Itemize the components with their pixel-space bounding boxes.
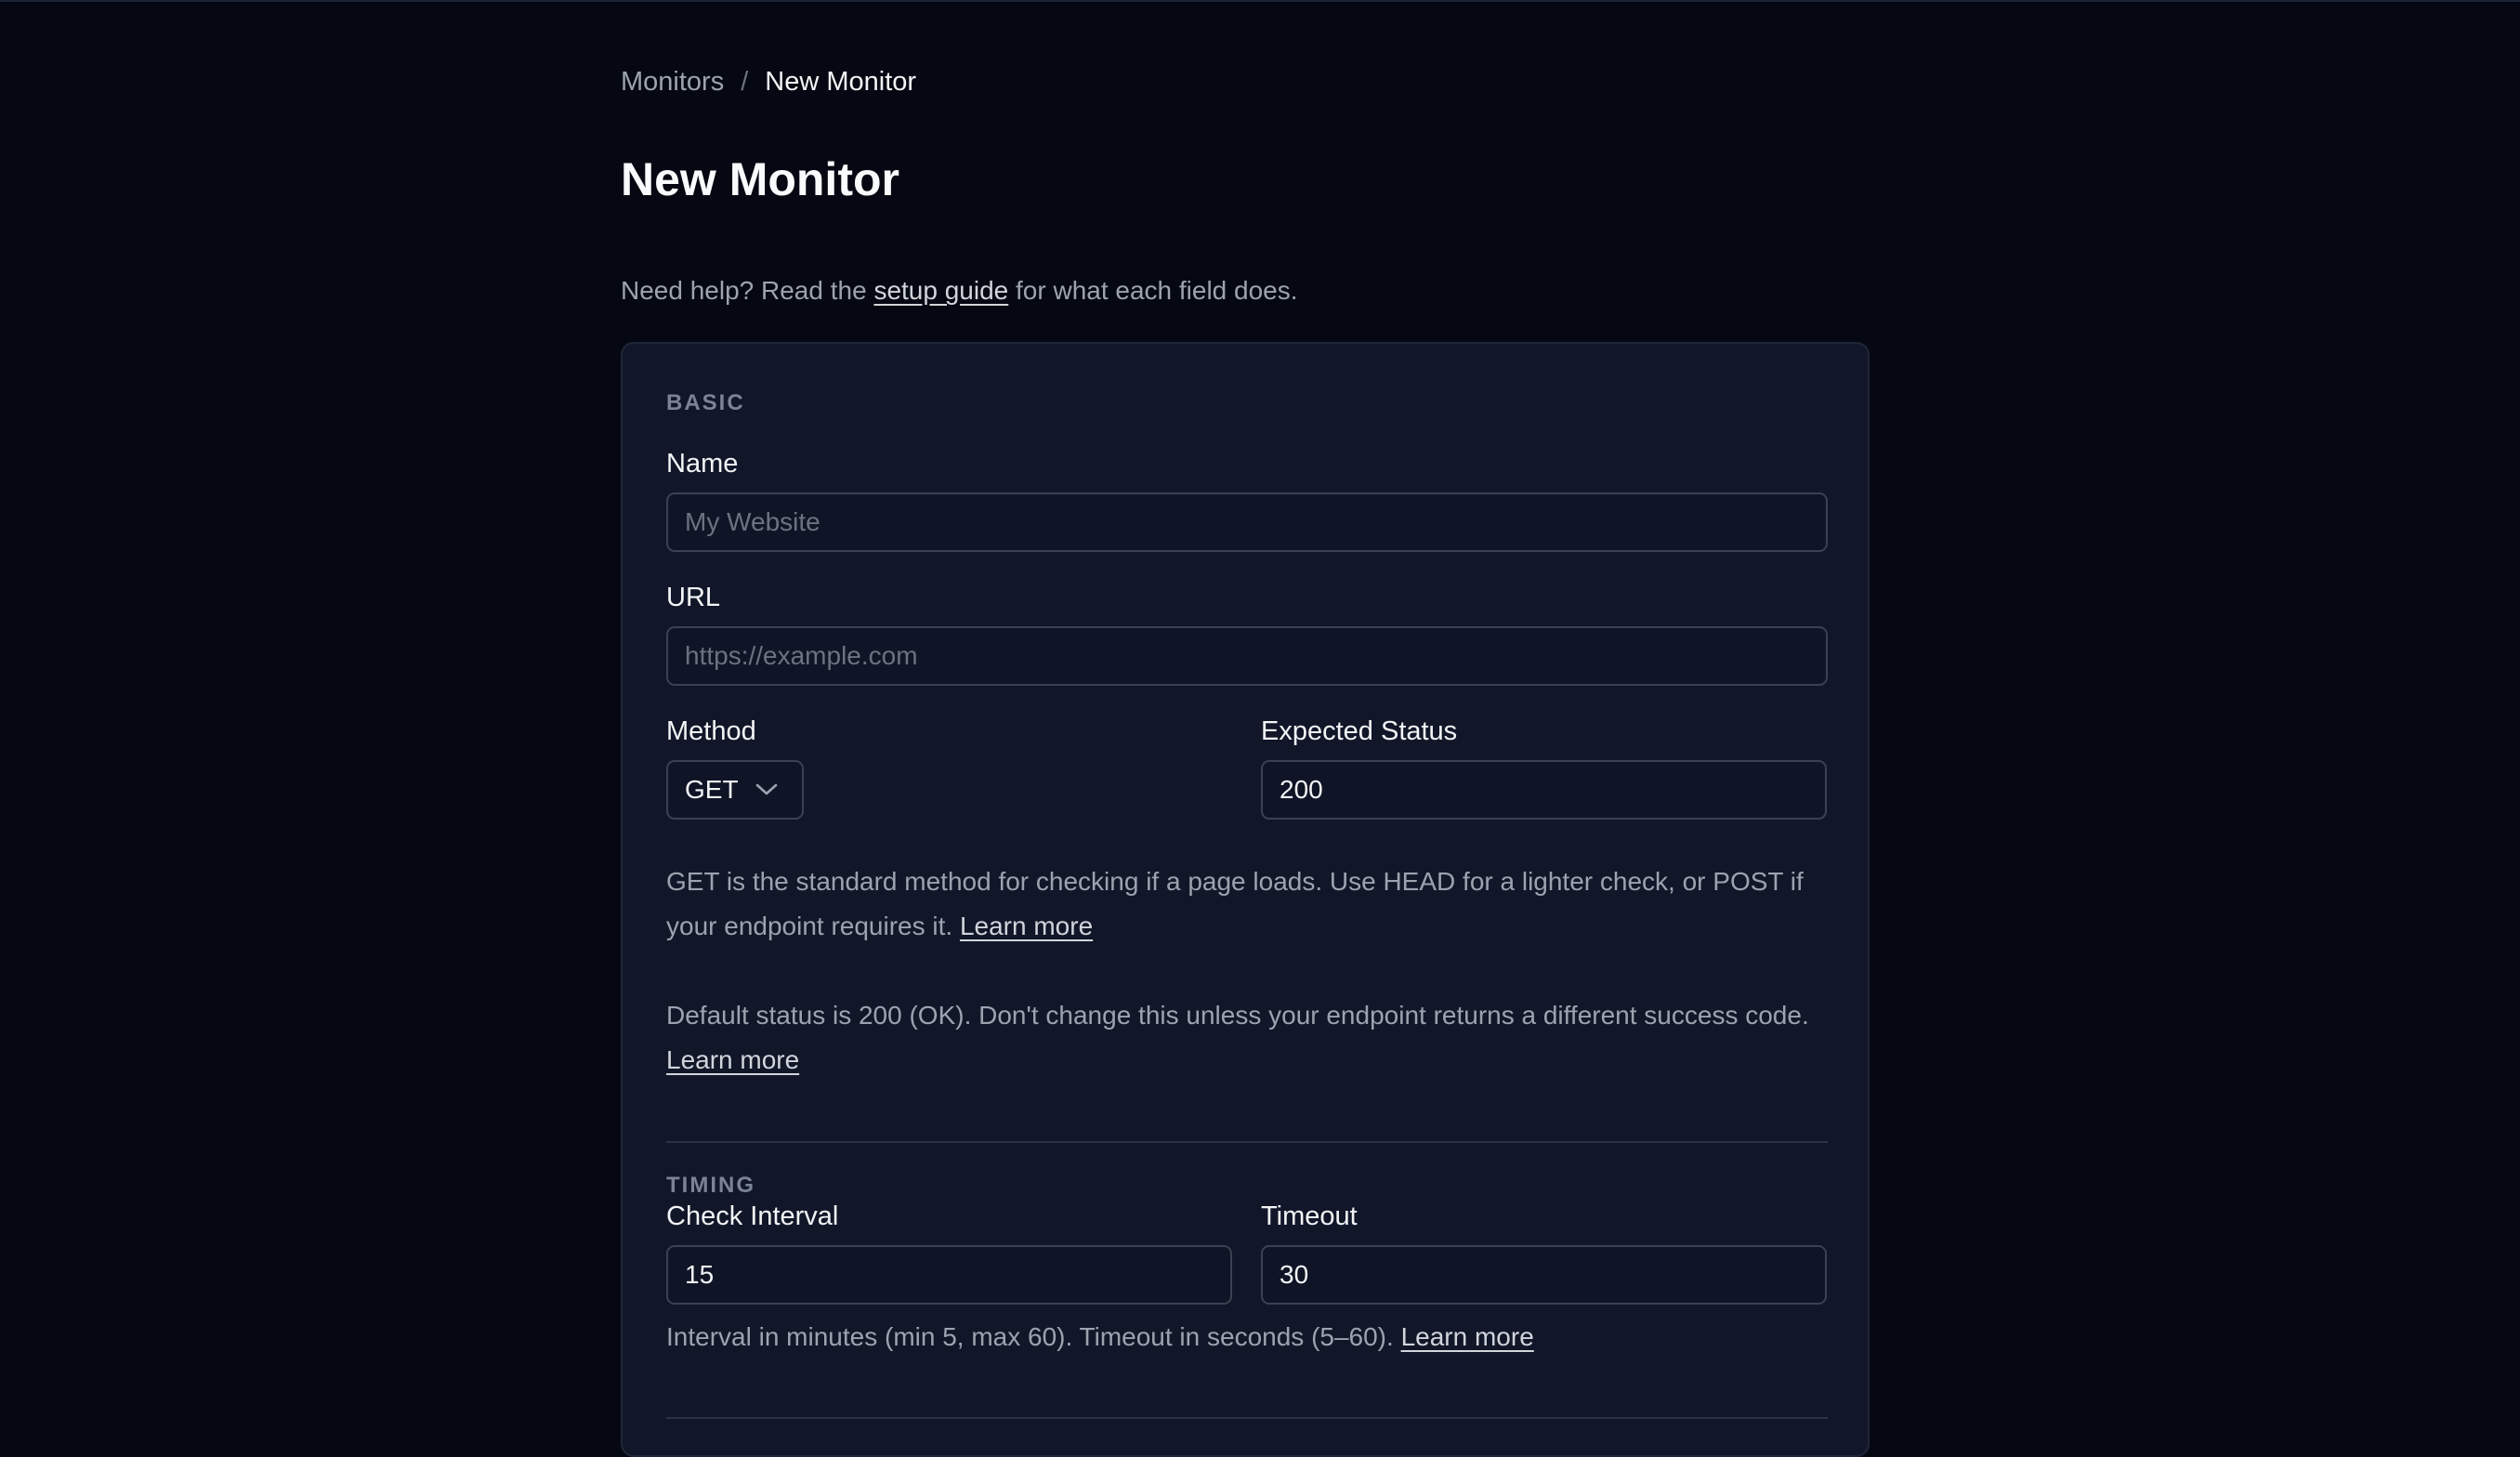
check-interval-input[interactable] [666,1245,1232,1305]
monitor-form-card: BASIC Name URL Method GET Expected Statu… [621,342,1870,1457]
status-hint-text: Default status is 200 (OK). Don't change… [666,1001,1809,1030]
name-label: Name [666,449,739,479]
section-divider [666,1141,1828,1143]
timeout-label: Timeout [1261,1201,1358,1231]
method-hint-text: GET is the standard method for checking … [666,867,1804,940]
status-hint: Default status is 200 (OK). Don't change… [666,993,1828,1083]
breadcrumb-separator: / [741,67,749,97]
url-input[interactable] [666,626,1828,686]
method-hint: GET is the standard method for checking … [666,860,1828,949]
help-text-suffix: for what each field does. [1016,276,1298,305]
page-title: New Monitor [621,153,899,205]
expected-status-label: Expected Status [1261,716,1458,746]
help-text-prefix: Need help? Read the [621,276,867,305]
method-select-value: GET [685,775,739,804]
setup-guide-link[interactable]: setup guide [873,276,1008,305]
url-label: URL [666,583,721,612]
method-learn-more-link[interactable]: Learn more [960,912,1093,940]
breadcrumb-monitors-link[interactable]: Monitors [621,67,724,98]
section-label-basic: BASIC [666,390,745,415]
timing-learn-more-link[interactable]: Learn more [1401,1322,1534,1351]
name-input[interactable] [666,492,1828,552]
breadcrumb: Monitors / New Monitor [621,67,916,98]
check-interval-label: Check Interval [666,1201,839,1231]
timing-hint-text: Interval in minutes (min 5, max 60). Tim… [666,1322,1394,1351]
chevron-down-icon [755,783,778,796]
timeout-input[interactable] [1261,1245,1827,1305]
section-label-timing: TIMING [666,1173,755,1198]
status-learn-more-link[interactable]: Learn more [666,1045,799,1074]
top-border [0,0,2520,2]
section-divider-2 [666,1417,1828,1419]
method-label: Method [666,716,756,746]
help-text: Need help? Read the setup guide for what… [621,276,1298,306]
method-select[interactable]: GET [666,760,804,820]
timing-hint: Interval in minutes (min 5, max 60). Tim… [666,1315,1828,1359]
breadcrumb-current: New Monitor [765,67,917,97]
expected-status-input[interactable] [1261,760,1827,820]
